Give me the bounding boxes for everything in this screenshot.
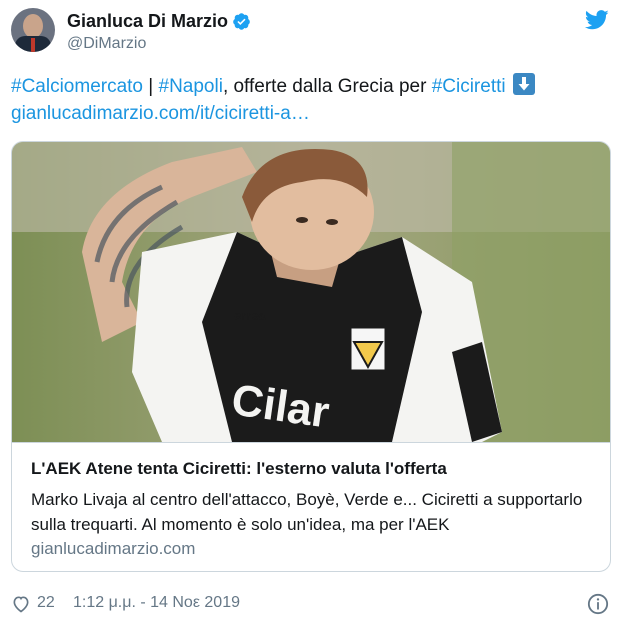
- info-icon[interactable]: [587, 593, 609, 615]
- tweet-separator: |: [143, 76, 159, 97]
- tweet-header: Gianluca Di Marzio @DiMarzio: [11, 6, 611, 56]
- author-display-name[interactable]: Gianluca Di Marzio: [67, 10, 228, 32]
- tweet-timestamp[interactable]: 1:12 μ.μ. - 14 Νοε 2019: [73, 594, 240, 612]
- verified-badge-icon: [233, 12, 250, 30]
- card-title[interactable]: L'AEK Atene tenta Ciciretti: l'esterno v…: [31, 459, 447, 479]
- tweet-text-line-2: gianlucadimarzio.com/it/ciciretti-a…: [11, 100, 611, 127]
- down-arrow-emoji-icon: [512, 73, 535, 95]
- link-card[interactable]: Cilar errea L'AEK Atene tenta Ciciretti:…: [11, 141, 611, 572]
- tweet-link[interactable]: gianlucadimarzio.com/it/ciciretti-a…: [11, 103, 310, 124]
- author-block[interactable]: Gianluca Di Marzio @DiMarzio: [67, 10, 251, 54]
- card-photo: Cilar errea: [12, 142, 610, 442]
- hashtag-calciomercato[interactable]: #Calciomercato: [11, 76, 143, 97]
- card-image[interactable]: Cilar errea: [12, 142, 610, 442]
- hashtag-ciciretti[interactable]: #Ciciretti: [432, 76, 506, 97]
- tweet-text-line-1: #Calciomercato | #Napoli, offerte dalla …: [11, 73, 611, 100]
- shirt-brand-text: errea: [234, 308, 267, 323]
- card-description: Marko Livaja al centro dell'attacco, Boy…: [31, 490, 583, 534]
- tweet-text: #Calciomercato | #Napoli, offerte dalla …: [11, 73, 611, 127]
- avatar[interactable]: [11, 8, 55, 52]
- twitter-bird-icon[interactable]: [585, 10, 609, 30]
- tweet-text-middle: , offerte dalla Grecia per: [222, 76, 432, 97]
- hashtag-napoli[interactable]: #Napoli: [159, 76, 223, 97]
- heart-icon[interactable]: [11, 594, 31, 614]
- likes-count[interactable]: 22: [37, 594, 55, 612]
- avatar-lanyard: [31, 38, 35, 52]
- author-handle[interactable]: @DiMarzio: [67, 34, 251, 54]
- avatar-face: [23, 14, 43, 38]
- tweet-footer: 22 1:12 μ.μ. - 14 Νοε 2019: [11, 592, 611, 616]
- card-body[interactable]: L'AEK Atene tenta Ciciretti: l'esterno v…: [12, 442, 610, 571]
- card-domain: gianlucadimarzio.com: [31, 539, 196, 558]
